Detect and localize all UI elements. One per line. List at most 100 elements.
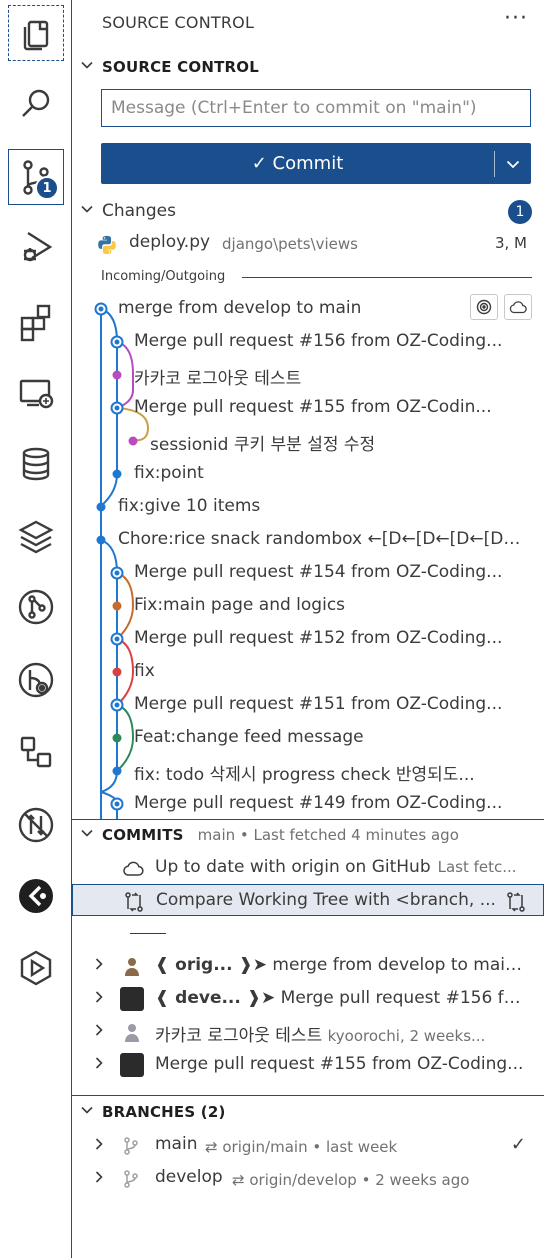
commits-section-header[interactable]: COMMITS main • Last fetched 4 minutes ag… (72, 820, 544, 850)
source-control-section-header[interactable]: SOURCE CONTROL (72, 52, 544, 82)
branch-row[interactable]: develop ⇄ origin/develop • 2 weeks ago (72, 1163, 544, 1195)
chevron-right-icon (92, 957, 106, 975)
commits-status-row[interactable]: Up to date with origin on GitHub Last fet… (72, 852, 544, 884)
search-icon[interactable] (8, 76, 64, 132)
commit-message-input[interactable] (101, 89, 531, 127)
graph-commit-row[interactable]: Feat:change feed message (72, 721, 544, 754)
incoming-outgoing-label: Incoming/Outgoing (101, 269, 226, 284)
graph-commit-row[interactable]: Merge pull request #154 from OZ-Coding..… (72, 556, 544, 589)
compare-changes-icon[interactable] (505, 891, 527, 913)
commit-history-message: 카카코 로그아웃 테스트 (155, 1026, 323, 1046)
changes-label: Changes (102, 201, 176, 221)
branch-upstream: origin/main (222, 1138, 308, 1156)
changes-count-badge: 1 (508, 200, 532, 224)
remote-explorer-icon[interactable] (8, 364, 64, 420)
chevron-down-icon (506, 160, 520, 168)
commit-button[interactable]: ✓ Commit (101, 143, 494, 184)
graph-commit-row[interactable]: fix (72, 655, 544, 688)
graph-commit-message: fix:point (134, 463, 204, 483)
branch-name: main (155, 1134, 198, 1154)
graph-commit-message: fix: todo 삭제시 progress check 반영되도... (134, 765, 475, 785)
graph-commit-message: merge from develop to main (118, 298, 362, 318)
graph-commit-message: Merge pull request #155 from OZ-Codin... (134, 397, 492, 417)
commit-history-row[interactable]: Merge pull request #155 from OZ-Coding..… (72, 1049, 544, 1081)
git-graph-icon[interactable] (8, 579, 64, 635)
changed-file-directory: django\pets\views (222, 235, 358, 253)
branch-row[interactable]: main ⇄ origin/main • last week ✓ (72, 1130, 544, 1162)
chevron-down-icon (72, 202, 102, 220)
extensions-icon[interactable] (8, 294, 64, 350)
graph-commit-row[interactable]: 카카코 로그아웃 테스트 (72, 358, 544, 391)
graph-commit-message: Merge pull request #151 from OZ-Coding..… (134, 694, 503, 714)
cloud-icon (123, 861, 144, 876)
graph-commit-row[interactable]: sessionid 쿠키 부분 설정 수정 (72, 424, 544, 457)
graph-commit-row[interactable]: fix:give 10 items (72, 490, 544, 523)
branch-icon (121, 1136, 141, 1156)
sync-arrows-icon: ⇄ (205, 1138, 223, 1156)
author-avatar (120, 987, 144, 1011)
branch-pill: ❰ orig... ❱➤ (155, 955, 268, 975)
graph-commit-row[interactable]: Merge pull request #152 from OZ-Coding..… (72, 622, 544, 655)
chevron-down-icon (72, 1103, 102, 1121)
workflow-icon[interactable] (8, 724, 64, 780)
branches-section-header[interactable]: BRANCHES (2) (72, 1097, 544, 1127)
graph-commit-row[interactable]: Merge pull request #149 from OZ-Coding..… (72, 787, 544, 820)
chevron-right-icon (92, 1056, 106, 1074)
graph-commit-row[interactable]: Merge pull request #155 from OZ-Codin... (72, 391, 544, 424)
graph-commit-row[interactable]: fix: todo 삭제시 progress check 반영되도... (72, 754, 544, 787)
commit-button-group: ✓ Commit (101, 143, 531, 184)
commit-history-text: ❰ orig... ❱➤ merge from develop to main.… (155, 955, 527, 975)
author-avatar (120, 1020, 144, 1044)
no-sync-icon[interactable] (8, 797, 64, 853)
graph-commit-message: Merge pull request #156 from OZ-Coding..… (134, 331, 503, 351)
graph-commit-row[interactable]: fix:point (72, 457, 544, 490)
database-icon[interactable] (8, 436, 64, 492)
chevron-right-icon (92, 1170, 106, 1188)
branches-section-title: BRANCHES (2) (102, 1103, 226, 1121)
commit-history-text: ❰ deve... ❱➤ Merge pull request #156 fro… (155, 988, 527, 1008)
live-share-icon[interactable] (8, 868, 64, 924)
changed-file-row[interactable]: deploy.py django\pets\views 3, M (72, 230, 544, 258)
changed-file-status: 3, M (494, 234, 527, 252)
chevron-down-icon (72, 826, 102, 844)
commit-history-row[interactable]: ❰ deve... ❱➤ Merge pull request #156 fro… (72, 983, 544, 1015)
section-divider[interactable] (72, 1095, 544, 1096)
branch-upstream-meta: ⇄ origin/develop • 2 weeks ago (232, 1171, 470, 1189)
compare-working-tree-row[interactable]: Compare Working Tree with <branch, ... (72, 884, 544, 916)
run-debug-icon[interactable] (8, 219, 64, 275)
chevron-right-icon (92, 990, 106, 1008)
graph-commit-row[interactable]: Chore:rice snack randombox ←[D←[D←[D←[D←… (72, 523, 544, 556)
source-control-badge: 1 (35, 176, 59, 200)
python-file-icon (98, 235, 116, 255)
commit-dropdown-button[interactable] (495, 143, 531, 184)
explorer-icon[interactable] (8, 5, 64, 61)
graph-commit-message: fix (134, 661, 155, 681)
container-icon[interactable] (8, 940, 64, 996)
commits-status-description: Last fetc... (437, 858, 517, 876)
target-icon[interactable] (470, 294, 498, 320)
commit-history-row[interactable]: 카카코 로그아웃 테스트 kyoorochi, 2 weeks... (72, 1016, 544, 1048)
compare-working-tree-text: Compare Working Tree with <branch, ... (156, 890, 496, 910)
commit-history-row[interactable]: ❰ orig... ❱➤ merge from develop to main.… (72, 950, 544, 982)
more-actions-icon[interactable]: ··· (504, 6, 528, 31)
git-lens-icon[interactable] (8, 652, 64, 708)
graph-commit-message: 카카코 로그아웃 테스트 (134, 369, 302, 389)
section-title: SOURCE CONTROL (102, 58, 259, 76)
cloud-icon[interactable] (504, 294, 532, 320)
graph-commit-row[interactable]: Merge pull request #151 from OZ-Coding..… (72, 688, 544, 721)
current-branch-check-icon: ✓ (510, 1134, 526, 1155)
sidebar-title: SOURCE CONTROL (102, 13, 255, 32)
source-control-sidebar: SOURCE CONTROL ··· SOURCE CONTROL ✓ Comm… (72, 0, 544, 1258)
graph-commit-message: Merge pull request #149 from OZ-Coding..… (134, 793, 503, 813)
commits-section-description: main • Last fetched 4 minutes ago (197, 826, 459, 844)
layers-icon[interactable] (8, 508, 64, 564)
source-control-icon[interactable]: 1 (8, 149, 64, 205)
commit-history-text: 카카코 로그아웃 테스트 kyoorochi, 2 weeks... (155, 1021, 527, 1046)
branch-upstream: origin/develop (249, 1171, 357, 1189)
graph-commit-message: Fix:main page and logics (134, 595, 346, 615)
graph-commit-row[interactable]: Fix:main page and logics (72, 589, 544, 622)
graph-row-actions (470, 294, 532, 320)
branch-icon (121, 1169, 141, 1189)
graph-commit-row[interactable]: Merge pull request #156 from OZ-Coding..… (72, 325, 544, 358)
changes-group-header[interactable]: Changes 1 (72, 197, 544, 225)
